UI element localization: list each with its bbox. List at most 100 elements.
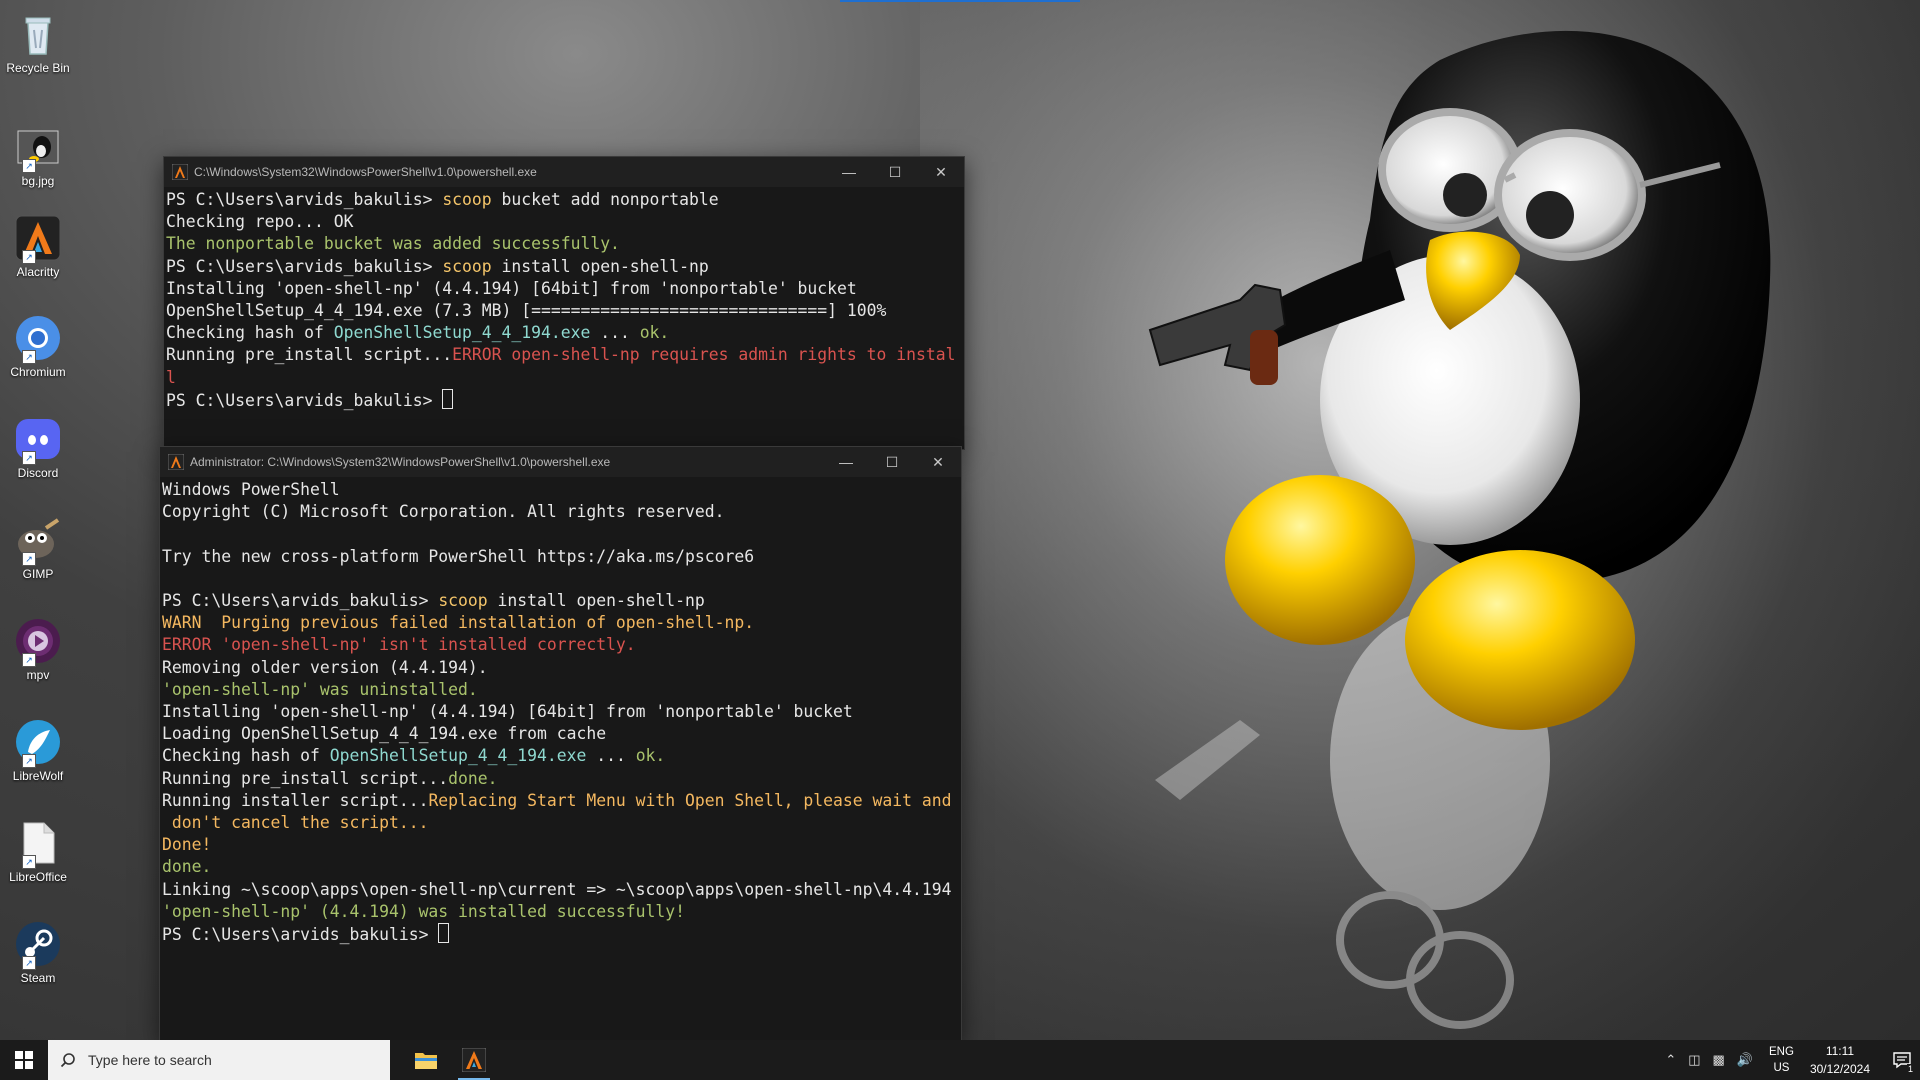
terminal-text: PS C:\Users\arvids_bakulis> xyxy=(166,190,443,209)
terminal-cursor xyxy=(442,388,454,409)
shortcut-arrow-icon: ↗ xyxy=(22,451,36,465)
volume-icon[interactable]: 🔊 xyxy=(1737,1052,1753,1068)
terminal-text: PS C:\Users\arvids_bakulis> xyxy=(162,925,439,945)
desktop-icon-librewolf[interactable]: ↗ LibreWolf xyxy=(2,714,74,783)
terminal-line: PS C:\Users\arvids_bakulis> scoop bucket… xyxy=(166,189,964,211)
image-file-icon: ↗ xyxy=(14,123,62,173)
desktop-icon-discord[interactable]: ↗ Discord xyxy=(2,411,74,480)
terminal-text: Running pre_install script... xyxy=(162,768,449,788)
close-button[interactable]: ✕ xyxy=(918,157,964,187)
desktop-icon-gimp[interactable]: ↗ GIMP xyxy=(2,512,74,581)
terminal-text: Loading OpenShellSetup_4_4_194.exe from … xyxy=(162,724,607,744)
window-title: Administrator: C:\Windows\System32\Windo… xyxy=(190,455,611,469)
desktop-icon-recycle-bin[interactable]: Recycle Bin xyxy=(2,6,74,75)
folder-icon xyxy=(415,1053,437,1069)
shortcut-arrow-icon: ↗ xyxy=(22,855,36,869)
notification-center-button[interactable]: 1 xyxy=(1884,1040,1920,1080)
windows-logo-icon xyxy=(15,1051,33,1069)
taskbar-alacritty[interactable] xyxy=(450,1040,498,1080)
terminal-line: OpenShellSetup_4_4_194.exe (7.3 MB) [===… xyxy=(166,300,964,322)
terminal-text: Done! xyxy=(162,835,212,855)
terminal-line: The nonportable bucket was added success… xyxy=(166,233,964,255)
notification-count-badge: 1 xyxy=(1906,1064,1914,1074)
desktop-icon-label: GIMP xyxy=(22,567,54,581)
desktop-icon-steam[interactable]: ↗ Steam xyxy=(2,916,74,985)
minimize-button[interactable]: — xyxy=(823,447,869,477)
alacritty-icon: ↗ xyxy=(14,214,62,264)
terminal-line: Loading OpenShellSetup_4_4_194.exe from … xyxy=(162,723,961,745)
close-button[interactable]: ✕ xyxy=(915,447,961,477)
gimp-icon: ↗ xyxy=(14,516,62,566)
taskbar-file-explorer[interactable] xyxy=(402,1040,450,1080)
terminal-line: PS C:\Users\arvids_bakulis> scoop instal… xyxy=(166,256,964,278)
terminal-line: Running pre_install script...done. xyxy=(162,768,961,790)
terminal-line: 'open-shell-np' (4.4.194) was installed … xyxy=(162,901,961,923)
window-titlebar[interactable]: C:\Windows\System32\WindowsPowerShell\v1… xyxy=(164,157,964,187)
terminal-text: ERROR 'open-shell-np' isn't installed co… xyxy=(162,635,636,655)
terminal-output[interactable]: Windows PowerShell Copyright (C) Microsof… xyxy=(160,477,961,946)
terminal-text: Running pre_install script... xyxy=(166,345,453,365)
terminal-text: l xyxy=(166,367,176,387)
terminal-text: install open-shell-np xyxy=(491,256,709,276)
shortcut-arrow-icon: ↗ xyxy=(22,956,36,970)
desktop-icon-bg-jpg[interactable]: ↗ bg.jpg xyxy=(2,119,74,188)
window-titlebar[interactable]: Administrator: C:\Windows\System32\Windo… xyxy=(160,447,961,477)
shortcut-arrow-icon: ↗ xyxy=(22,159,36,173)
terminal-text: done. xyxy=(162,857,212,877)
terminal-output[interactable]: PS C:\Users\arvids_bakulis> scoop bucket… xyxy=(164,187,964,412)
maximize-button[interactable]: ☐ xyxy=(872,157,918,187)
terminal-line: Installing 'open-shell-np' (4.4.194) [64… xyxy=(162,701,961,723)
powershell-window[interactable]: C:\Windows\System32\WindowsPowerShell\v1… xyxy=(163,156,965,450)
recycle-bin-icon xyxy=(14,10,62,58)
start-button[interactable] xyxy=(0,1040,48,1080)
terminal-text: OpenShellSetup_4_4_194.exe (7.3 MB) [===… xyxy=(166,301,887,321)
terminal-text: 'open-shell-np' (4.4.194) was installed … xyxy=(162,901,686,921)
terminal-text: Try the new cross-platform PowerShell ht… xyxy=(162,546,755,566)
desktop-icon-label: LibreOffice xyxy=(9,870,67,884)
maximize-button[interactable]: ☐ xyxy=(869,447,915,477)
terminal-text: scoop xyxy=(442,256,492,276)
shortcut-arrow-icon: ↗ xyxy=(22,250,36,264)
desktop-icon-label: Alacritty xyxy=(16,265,60,279)
terminal-line: PS C:\Users\arvids_bakulis> xyxy=(166,388,964,412)
terminal-line: Copyright (C) Microsoft Corporation. All… xyxy=(162,501,961,523)
network-icon[interactable]: ▩ xyxy=(1713,1052,1725,1068)
terminal-text: PS C:\Users\arvids_bakulis> xyxy=(166,256,443,276)
minimize-button[interactable]: — xyxy=(826,157,872,187)
terminal-line: Checking repo... OK xyxy=(166,211,964,233)
terminal-line: Checking hash of OpenShellSetup_4_4_194.… xyxy=(162,745,961,767)
terminal-text: Copyright (C) Microsoft Corporation. All… xyxy=(162,502,725,522)
admin-powershell-window[interactable]: Administrator: C:\Windows\System32\Windo… xyxy=(159,446,962,1042)
terminal-line: don't cancel the script... xyxy=(162,812,961,834)
taskbar-search-box[interactable]: Type here to search xyxy=(48,1040,390,1080)
terminal-text: scoop xyxy=(442,190,492,209)
security-icon[interactable]: ◫ xyxy=(1688,1052,1700,1068)
terminal-text: bucket add nonportable xyxy=(491,190,719,209)
terminal-text: Installing 'open-shell-np' (4.4.194) [64… xyxy=(166,278,857,298)
terminal-text: done. xyxy=(448,768,498,788)
wallpaper-penguin xyxy=(1148,30,1771,1029)
desktop-icon-alacritty[interactable]: ↗ Alacritty xyxy=(2,210,74,279)
terminal-text: ... xyxy=(590,323,640,343)
search-placeholder: Type here to search xyxy=(88,1052,212,1068)
terminal-line: PS C:\Users\arvids_bakulis> xyxy=(162,923,961,946)
desktop-icon-mpv[interactable]: ↗ mpv xyxy=(2,613,74,682)
terminal-line: Done! xyxy=(162,834,961,856)
terminal-line: Removing older version (4.4.194). xyxy=(162,657,961,679)
show-hidden-icons-chevron-icon[interactable]: ⌃ xyxy=(1665,1052,1676,1068)
terminal-text: ERROR open-shell-np requires admin right… xyxy=(452,345,956,365)
terminal-text: Installing 'open-shell-np' (4.4.194) [64… xyxy=(162,702,853,722)
clock[interactable]: 11:11 30/12/2024 xyxy=(1810,1042,1870,1078)
shortcut-arrow-icon: ↗ xyxy=(22,350,36,364)
desktop-icon-libreoffice[interactable]: ↗ LibreOffice xyxy=(2,815,74,884)
terminal-text: PS C:\Users\arvids_bakulis> xyxy=(166,390,443,410)
desktop-icon-label: Steam xyxy=(20,971,56,985)
taskbar: Type here to search ⌃ ◫ ▩ 🔊 ENG US 11:11… xyxy=(0,1040,1920,1080)
librewolf-icon: ↗ xyxy=(14,718,62,768)
language-indicator[interactable]: ENG US xyxy=(1769,1044,1794,1076)
desktop-icon-chromium[interactable]: ↗ Chromium xyxy=(2,310,74,379)
clock-time: 11:11 xyxy=(1825,1044,1855,1058)
terminal-text: Removing older version (4.4.194). xyxy=(162,657,488,677)
